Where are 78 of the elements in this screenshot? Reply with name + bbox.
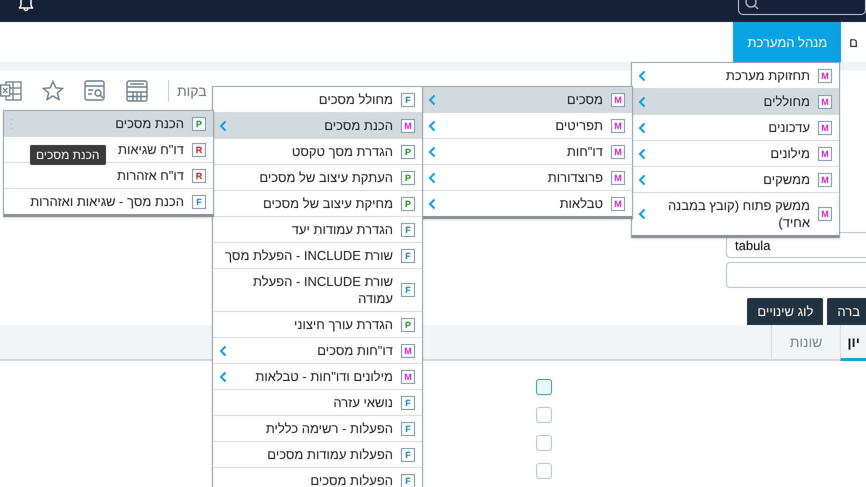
action-button[interactable]: לוג שינויים — [747, 298, 824, 325]
type-badge: F — [401, 92, 415, 106]
menu-item-label: טבלאות — [560, 195, 603, 213]
type-badge: M — [818, 120, 832, 134]
type-badge: M — [611, 144, 625, 158]
menu-item-label: מחולל מסכים — [318, 91, 393, 109]
menu-item-label: הכנת מסכים — [115, 115, 184, 133]
bell-icon[interactable] — [18, 0, 34, 12]
menu-item-label: הגדרת מסך טקסט — [292, 143, 393, 161]
menu-item-label: עדכונים — [768, 119, 810, 137]
menu-item-label: הכנת מסך - שגיאות ואזהרות — [30, 193, 184, 211]
type-badge: P — [192, 116, 206, 130]
star-icon[interactable] — [42, 80, 64, 102]
type-badge: M — [611, 92, 625, 106]
toolbar-label: בקות — [177, 82, 207, 98]
type-badge: M — [818, 207, 832, 221]
section-tab[interactable]: יון — [840, 325, 866, 361]
type-badge: M — [401, 344, 415, 358]
menu-item-label: דו"חות — [566, 143, 603, 161]
menu-item-label: הפעלות עמודות מסכים — [267, 446, 393, 464]
type-badge: F — [401, 448, 415, 462]
nav-tab[interactable]: ם — [841, 22, 866, 62]
type-badge: P — [401, 170, 415, 184]
menu-item-label: ממשק פתוח (קובץ במבנה אחיד) — [666, 197, 810, 232]
search-icon — [745, 0, 759, 11]
type-badge: F — [401, 222, 415, 236]
type-badge: M — [818, 172, 832, 186]
menu-item-label: נושאי עזרה — [333, 394, 393, 412]
menu-item-label: מחוללים — [764, 93, 810, 111]
menu-item-label: מילונים — [770, 145, 810, 163]
type-badge: F — [401, 474, 415, 487]
search-field[interactable] — [738, 0, 866, 15]
menu-item-label: שורת INCLUDE - הפעלת מסך — [225, 247, 393, 265]
type-badge: M — [611, 170, 625, 184]
type-badge: P — [401, 318, 415, 332]
action-button[interactable]: ברה — [827, 298, 866, 325]
type-badge: F — [401, 283, 415, 297]
type-badge: F — [401, 396, 415, 410]
menu-item-label: דו"ח שגיאות — [118, 141, 184, 159]
menu-item-label: הגדרת עורך חיצוני — [294, 316, 393, 334]
menu-item-label: הכנת מסכים — [324, 117, 393, 135]
type-badge: M — [818, 146, 832, 160]
table-icon[interactable] — [126, 80, 148, 102]
menu-item-label: מסכים — [566, 91, 603, 109]
menu-item-label: מילונים ודו"חות - טבלאות — [255, 368, 393, 386]
menu-item-label: הגדרת עמודות יעד — [292, 221, 393, 239]
report-search-icon[interactable] — [84, 80, 106, 102]
menu-item-label: דו"חות מסכים — [317, 342, 393, 360]
checkbox[interactable] — [536, 463, 552, 479]
type-badge: P — [401, 196, 415, 210]
menu-item-label: תפריטים — [555, 117, 603, 135]
checkbox[interactable] — [536, 407, 552, 423]
type-badge: M — [611, 118, 625, 132]
type-badge: M — [818, 68, 832, 82]
type-badge: R — [192, 168, 206, 182]
type-badge: F — [192, 194, 206, 208]
excel-icon[interactable] — [0, 80, 22, 102]
type-badge: F — [401, 248, 415, 262]
menu-item-label: פרוצדורות — [548, 169, 603, 187]
checkbox[interactable] — [536, 435, 552, 451]
menu-item-label: תחזוקת מערכת — [726, 67, 810, 85]
type-badge: M — [401, 118, 415, 132]
menu-item-label: מחיקת עיצוב של מסכים — [263, 195, 393, 213]
menu-item-label: שורת INCLUDE - הפעלת עמודה — [252, 273, 393, 308]
menu-item-label: העתקת עיצוב של מסכים — [259, 169, 393, 187]
type-badge: M — [818, 94, 832, 108]
type-badge: M — [401, 370, 415, 384]
input-field[interactable] — [726, 262, 866, 288]
menu-item-label: ממשקים — [763, 171, 810, 189]
type-badge: R — [192, 142, 206, 156]
type-badge: P — [401, 144, 415, 158]
type-badge: F — [401, 422, 415, 436]
tooltip: הכנת מסכים — [30, 145, 106, 165]
checkbox[interactable] — [536, 379, 552, 395]
menu-item-label: דו"ח אזהרות — [116, 167, 184, 185]
menu-item-label: הפעלות - רשימה כללית — [266, 420, 393, 438]
type-badge: M — [611, 196, 625, 210]
menu-item-label: הפעלות מסכים — [310, 472, 393, 487]
